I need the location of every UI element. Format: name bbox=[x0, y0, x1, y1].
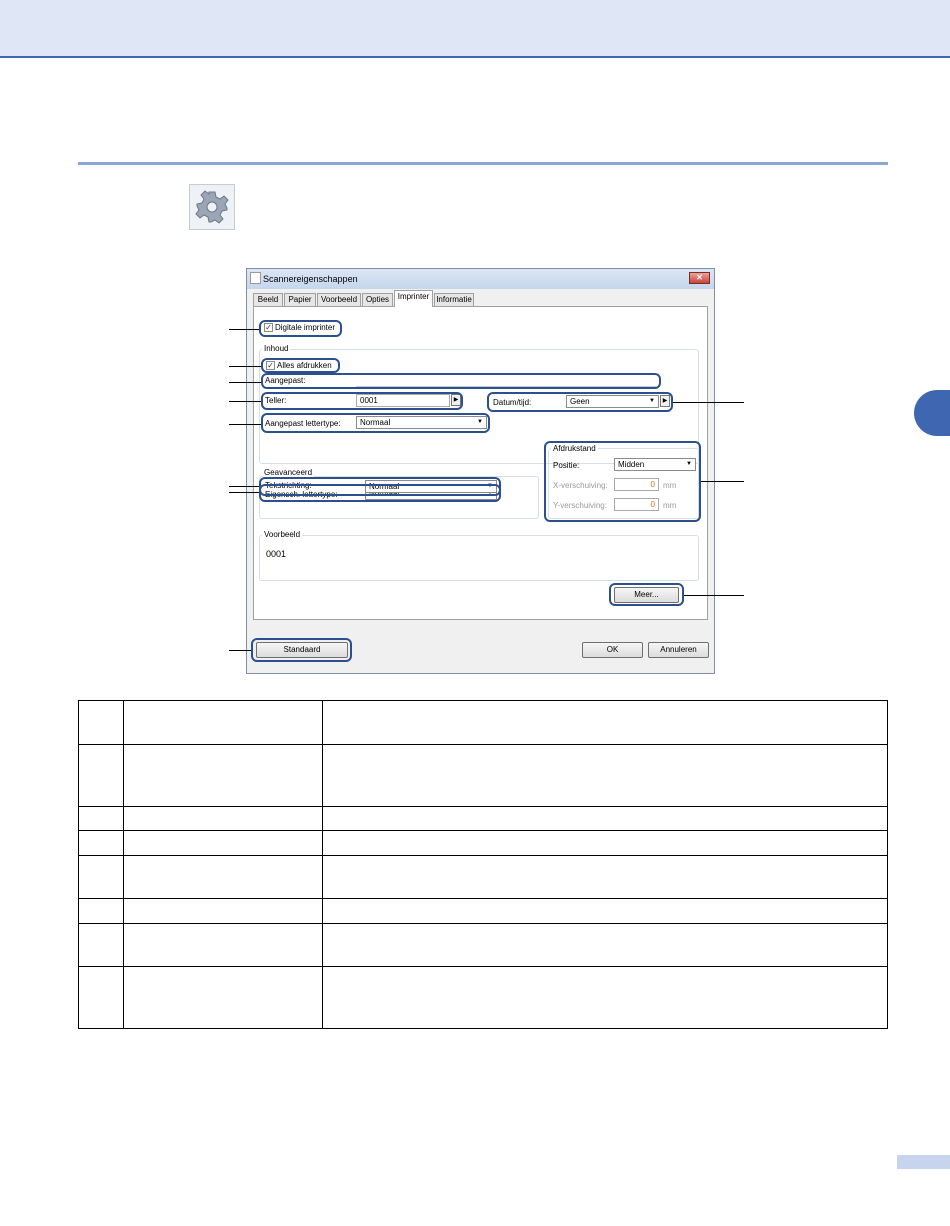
table-cell bbox=[123, 966, 323, 1029]
callout-digital-imprinter bbox=[259, 320, 342, 337]
gear-icon bbox=[189, 184, 235, 230]
voorbeeld-group bbox=[259, 535, 699, 581]
table-row bbox=[78, 806, 888, 831]
section-rule bbox=[78, 162, 888, 165]
table-cell bbox=[78, 966, 124, 1029]
close-button[interactable]: ✕ bbox=[689, 272, 710, 284]
table-row bbox=[78, 966, 888, 1029]
tab-beeld[interactable]: Beeld bbox=[253, 293, 283, 306]
table-row bbox=[78, 898, 888, 924]
callout-standaard bbox=[251, 638, 352, 662]
table-cell bbox=[123, 923, 323, 967]
dialog-title: Scannereigenschappen bbox=[263, 274, 358, 284]
table-row bbox=[78, 744, 888, 807]
table-cell bbox=[322, 830, 888, 856]
voorbeeld-text: 0001 bbox=[266, 549, 287, 559]
table-row bbox=[78, 923, 888, 967]
table-cell bbox=[78, 855, 124, 899]
table-row bbox=[78, 700, 888, 745]
table-cell bbox=[322, 898, 888, 924]
tab-imprinter[interactable]: Imprinter bbox=[394, 290, 433, 307]
table-cell bbox=[123, 806, 323, 831]
callout-datum-tijd bbox=[487, 392, 673, 412]
leader-line bbox=[701, 481, 744, 482]
table-cell bbox=[78, 700, 124, 745]
table-cell bbox=[78, 830, 124, 856]
geavanceerd-legend: Geavanceerd bbox=[262, 468, 315, 477]
scanner-icon bbox=[250, 272, 261, 284]
callout-aangepast bbox=[261, 373, 661, 389]
callout-aangepast-lettertype bbox=[261, 413, 490, 433]
table-cell bbox=[123, 744, 323, 807]
table-cell bbox=[322, 923, 888, 967]
ok-button[interactable]: OK bbox=[582, 642, 643, 658]
callout-alle-afdrukken bbox=[261, 358, 340, 373]
leader-line bbox=[229, 492, 259, 493]
table-cell bbox=[322, 966, 888, 1029]
callout-teller bbox=[261, 392, 463, 410]
table-cell bbox=[123, 700, 323, 745]
leader-line bbox=[229, 650, 251, 651]
table-cell bbox=[78, 923, 124, 967]
inhoud-legend: Inhoud bbox=[262, 344, 291, 353]
leader-line bbox=[229, 366, 261, 367]
voorbeeld-legend: Voorbeeld bbox=[262, 530, 303, 539]
callout-afdrukstand bbox=[544, 441, 701, 522]
annuleren-button[interactable]: Annuleren bbox=[648, 642, 709, 658]
tab-voorbeeld[interactable]: Voorbeeld bbox=[317, 293, 361, 306]
leader-line bbox=[229, 486, 259, 487]
table-cell bbox=[78, 744, 124, 807]
leader-line bbox=[229, 329, 259, 330]
tab-papier[interactable]: Papier bbox=[284, 293, 316, 306]
table-row bbox=[78, 830, 888, 856]
table-cell bbox=[123, 898, 323, 924]
table-cell bbox=[322, 744, 888, 807]
tab-informatie[interactable]: Informatie bbox=[434, 293, 474, 306]
table-cell bbox=[322, 806, 888, 831]
table-row bbox=[78, 855, 888, 899]
callout-meer bbox=[609, 583, 684, 606]
leader-line bbox=[229, 424, 261, 425]
table-cell bbox=[322, 700, 888, 745]
callout-table bbox=[78, 700, 888, 1029]
chapter-tab bbox=[914, 390, 950, 436]
leader-line bbox=[229, 401, 261, 402]
page-header-band bbox=[0, 0, 950, 58]
leader-line bbox=[684, 595, 744, 596]
table-cell bbox=[123, 855, 323, 899]
table-cell bbox=[78, 806, 124, 831]
table-cell bbox=[322, 855, 888, 899]
table-cell bbox=[123, 830, 323, 856]
callout-tekstrichting bbox=[259, 477, 501, 496]
tab-opties[interactable]: Opties bbox=[362, 293, 393, 306]
page-number-box bbox=[897, 1155, 950, 1169]
table-cell bbox=[78, 898, 124, 924]
leader-line bbox=[229, 382, 261, 383]
leader-line bbox=[673, 402, 744, 403]
